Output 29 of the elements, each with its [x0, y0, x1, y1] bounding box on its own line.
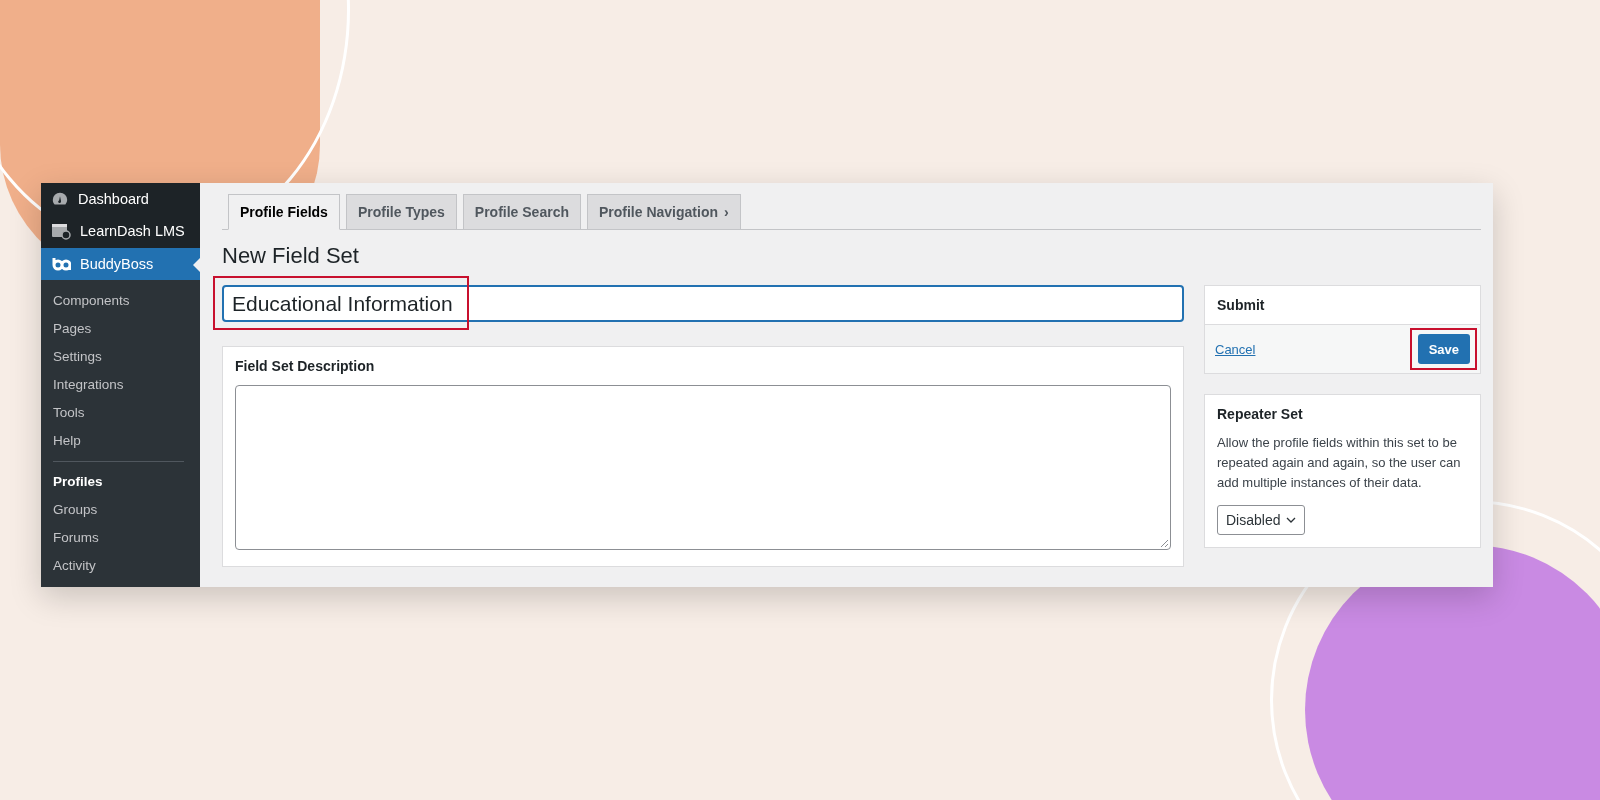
submenu-item[interactable]: Tools	[41, 399, 200, 427]
submenu-item[interactable]: Integrations	[41, 371, 200, 399]
submenu-item[interactable]: Help	[41, 427, 200, 455]
submenu-item[interactable]: Profiles	[41, 468, 200, 496]
submenu-item[interactable]: Forums	[41, 524, 200, 552]
tab[interactable]: Profile Navigation ›	[586, 194, 741, 230]
repeater-description: Allow the profile fields within this set to be repeated again and again, so the user can add multiple instances of their data.	[1216, 434, 1462, 492]
description-textarea[interactable]	[235, 385, 1171, 550]
submenu-item[interactable]: Groups	[41, 496, 200, 524]
save-button[interactable]: Save	[1417, 334, 1470, 364]
submenu-item[interactable]: Components	[41, 287, 200, 315]
title-field[interactable]: Educational Information	[222, 285, 1184, 322]
tab[interactable]: Profile Search	[462, 194, 581, 230]
panel-title: Submit	[1216, 296, 1266, 315]
cancel-link[interactable]: Cancel	[1215, 341, 1256, 357]
tab[interactable]: Profile Types	[345, 194, 457, 230]
panel-title: Field Set Description	[234, 357, 376, 376]
submenu-item[interactable]: Settings	[41, 343, 200, 371]
chevron-down-icon	[1286, 517, 1297, 523]
page-title: New Field Set	[222, 243, 360, 269]
repeater-select[interactable]: Disabled	[1217, 505, 1306, 535]
submenu-item[interactable]: Pages	[41, 315, 200, 343]
menu-item[interactable]: Dashboard	[41, 183, 200, 216]
submenu-item[interactable]: Activity	[41, 552, 200, 580]
panel-title: Repeater Set	[1216, 405, 1304, 424]
resize-grip-icon	[1160, 539, 1168, 547]
menu-item[interactable]: LearnDash LMS	[41, 215, 200, 248]
tab[interactable]: Profile Fields	[228, 194, 340, 230]
menu-item[interactable]: BuddyBoss	[41, 247, 200, 280]
